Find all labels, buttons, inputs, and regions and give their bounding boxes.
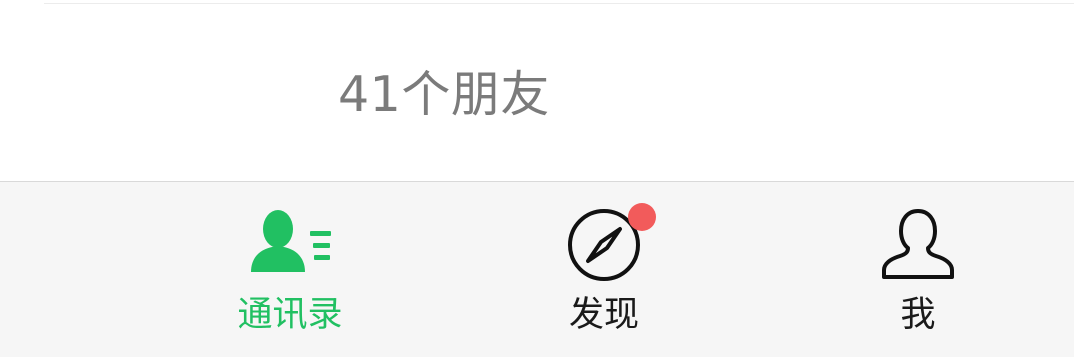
tab-me[interactable]: 我	[818, 182, 1018, 357]
contacts-icon	[242, 208, 338, 282]
chat-bubble-icon	[0, 208, 12, 282]
tab-discover[interactable]: 发现	[504, 182, 704, 357]
top-divider	[44, 3, 1074, 4]
discover-notification-dot	[628, 203, 656, 231]
friend-count-label: 41个朋友	[338, 66, 550, 123]
contacts-screen: 41个朋友 信 通讯录	[0, 0, 1074, 357]
tab-me-label: 我	[900, 295, 936, 335]
tab-contacts[interactable]: 通讯录	[190, 182, 390, 357]
tab-chats-label: 信	[0, 291, 64, 339]
bottom-tab-bar: 信 通讯录 发现	[0, 181, 1074, 357]
tab-chats[interactable]: 信	[0, 182, 64, 357]
person-outline-icon	[870, 208, 966, 282]
tab-discover-label: 发现	[568, 295, 639, 335]
tab-contacts-label: 通讯录	[237, 295, 343, 335]
